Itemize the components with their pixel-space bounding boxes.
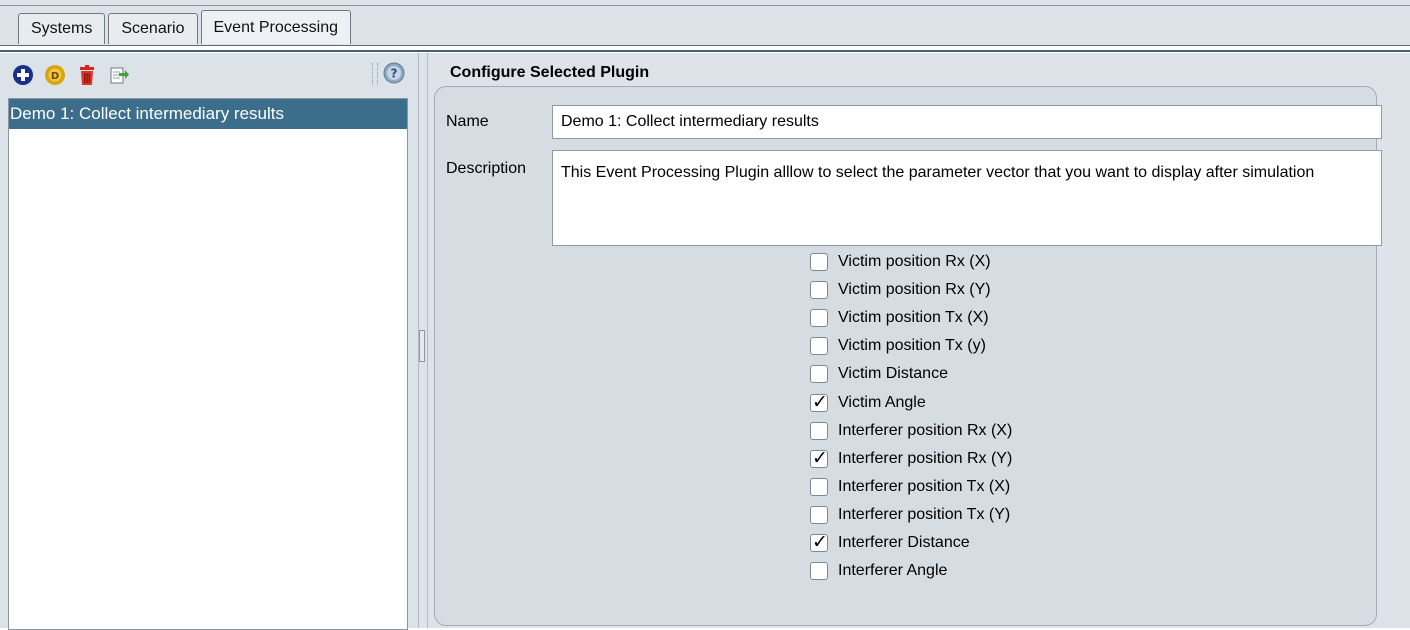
checkbox-label: Interferer position Rx (X): [838, 421, 1013, 439]
name-label: Name: [446, 113, 489, 130]
checkbox-label: Interferer position Tx (X): [838, 477, 1011, 495]
checkbox[interactable]: [810, 421, 828, 440]
checkbox-checked[interactable]: [810, 447, 828, 469]
tab-scenario[interactable]: Scenario: [108, 13, 198, 44]
name-field[interactable]: [552, 105, 1382, 139]
parameter-checkbox-row[interactable]: Victim position Rx (Y): [810, 278, 991, 302]
parameter-checkbox-row[interactable]: Victim position Tx (X): [810, 306, 989, 330]
parameter-checkbox-row[interactable]: Interferer Angle: [810, 559, 947, 583]
tab-strip: Systems Scenario Event Processing: [18, 10, 354, 44]
checkbox-label: Interferer position Rx (Y): [838, 449, 1013, 467]
delete-icon[interactable]: [76, 64, 98, 86]
plugin-list-panel: D ? Demo 1: Collect intermediary results: [0, 53, 418, 630]
tab-bar: Systems Scenario Event Processing: [0, 0, 1410, 52]
plugin-toolbar: D: [12, 63, 130, 87]
divider: [0, 50, 1410, 52]
parameter-checkbox-row[interactable]: Interferer position Rx (Y): [810, 447, 1012, 471]
checkbox[interactable]: [810, 477, 828, 496]
checkbox[interactable]: [810, 281, 828, 300]
plugin-list: Demo 1: Collect intermediary results: [8, 98, 408, 630]
divider: [0, 5, 1410, 6]
checkbox-label: Victim position Tx (X): [838, 309, 989, 327]
checkbox-checked[interactable]: [810, 531, 828, 553]
duplicate-icon[interactable]: D: [44, 64, 66, 86]
config-group: Name Description This Event Processing P…: [434, 86, 1382, 626]
toolbar-separator: [372, 63, 378, 85]
checkbox[interactable]: [810, 337, 828, 356]
section-title: Configure Selected Plugin: [450, 64, 650, 81]
configure-plugin-panel: Configure Selected Plugin Name Descripti…: [428, 53, 1410, 628]
parameter-checkbox-row[interactable]: Victim position Rx (X): [810, 250, 991, 274]
tab-event-processing[interactable]: Event Processing: [200, 10, 352, 44]
splitter-grip[interactable]: [419, 330, 425, 362]
checkbox-label: Victim position Rx (X): [838, 253, 991, 270]
list-item[interactable]: Demo 1: Collect intermediary results: [9, 99, 407, 129]
parameter-checkbox-row[interactable]: Victim Angle: [810, 391, 926, 415]
svg-text:D: D: [51, 71, 59, 82]
description-field[interactable]: This Event Processing Plugin alllow to s…: [552, 150, 1382, 246]
checkbox-label: Interferer position Tx (Y): [838, 505, 1011, 523]
checkbox-label: Victim position Rx (Y): [838, 281, 991, 299]
checkbox[interactable]: [810, 505, 828, 524]
divider: [0, 45, 1410, 46]
parameter-checkbox-row[interactable]: Interferer Distance: [810, 531, 970, 555]
checkbox-label: Victim position Tx (y): [838, 337, 986, 355]
checkbox-checked[interactable]: [810, 391, 828, 413]
checkbox[interactable]: [810, 365, 828, 384]
checkbox-label: Victim Distance: [838, 365, 948, 383]
checkbox-label: Victim Angle: [838, 393, 926, 411]
svg-text:?: ?: [391, 67, 398, 81]
parameter-checkbox-row[interactable]: Interferer position Tx (X): [810, 475, 1010, 499]
help-icon[interactable]: ?: [383, 62, 405, 84]
tab-systems[interactable]: Systems: [18, 13, 106, 44]
parameter-checkbox-row[interactable]: Victim position Tx (y): [810, 334, 986, 358]
add-icon[interactable]: [12, 64, 34, 86]
checkbox[interactable]: [810, 562, 828, 581]
description-label: Description: [446, 160, 527, 177]
parameter-checkbox-row[interactable]: Interferer position Rx (X): [810, 419, 1012, 443]
checkbox[interactable]: [810, 253, 828, 271]
checkbox-label: Interferer Angle: [838, 562, 948, 580]
checkbox[interactable]: [810, 309, 828, 328]
parameter-checkbox-row[interactable]: Victim Distance: [810, 362, 948, 386]
checkbox-label: Interferer Distance: [838, 534, 970, 551]
parameter-checkbox-row[interactable]: Interferer position Tx (Y): [810, 503, 1010, 527]
export-icon[interactable]: [108, 64, 130, 86]
